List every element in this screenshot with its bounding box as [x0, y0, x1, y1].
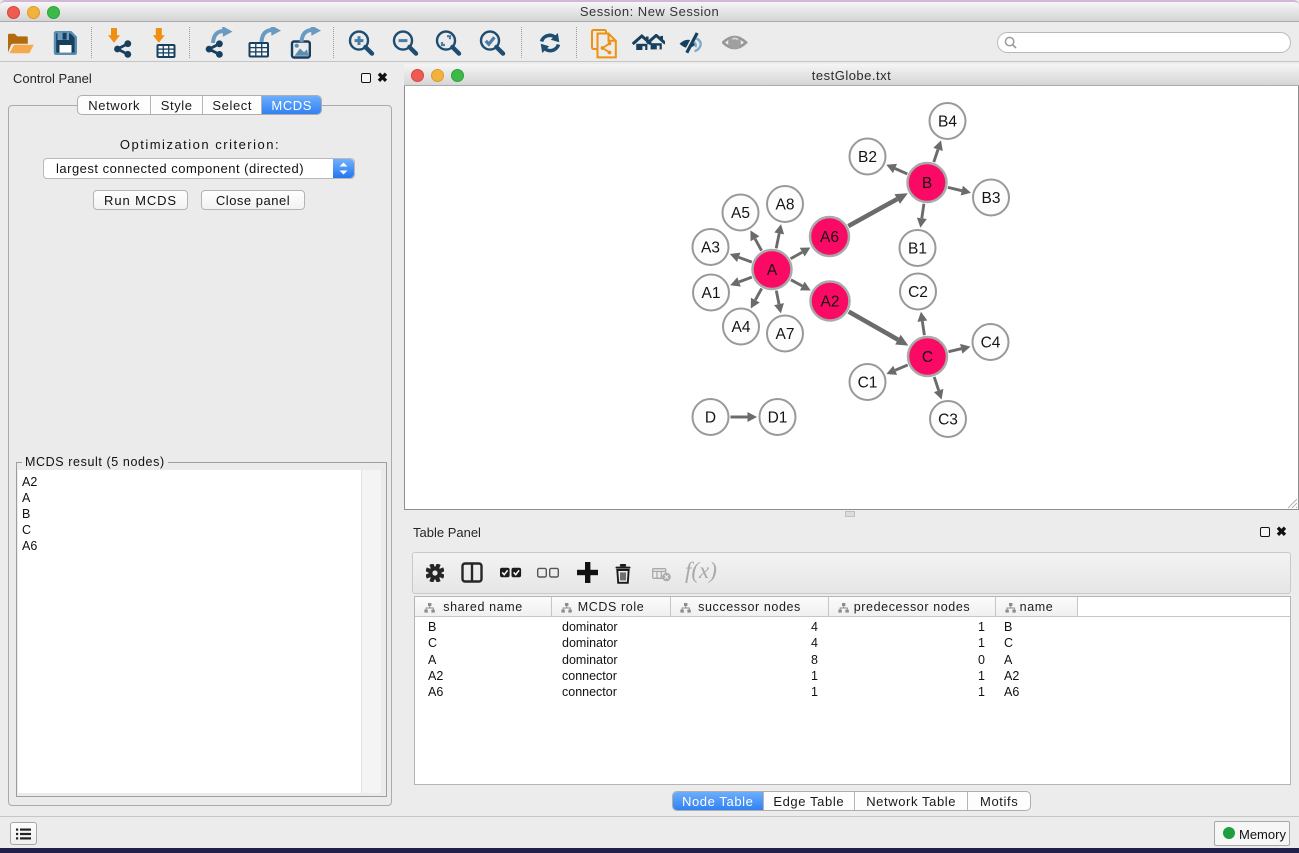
svg-text:D1: D1	[768, 410, 788, 427]
svg-text:C: C	[922, 349, 933, 366]
svg-text:B: B	[922, 175, 932, 192]
svg-text:B2: B2	[858, 149, 877, 166]
svg-text:C2: C2	[908, 284, 928, 301]
svg-text:A3: A3	[701, 240, 720, 257]
svg-text:C1: C1	[858, 375, 878, 392]
svg-text:B1: B1	[908, 241, 927, 258]
svg-text:A5: A5	[731, 205, 750, 222]
svg-text:C3: C3	[938, 412, 958, 429]
svg-text:A: A	[767, 262, 778, 279]
svg-text:A8: A8	[776, 197, 795, 214]
svg-text:B3: B3	[982, 190, 1001, 207]
svg-text:A4: A4	[732, 319, 751, 336]
svg-text:D: D	[705, 410, 716, 427]
svg-text:C4: C4	[981, 335, 1001, 352]
svg-text:B4: B4	[938, 114, 957, 131]
svg-text:A6: A6	[820, 229, 839, 246]
svg-text:A2: A2	[821, 294, 840, 311]
svg-text:A7: A7	[776, 326, 795, 343]
svg-text:A1: A1	[702, 285, 721, 302]
